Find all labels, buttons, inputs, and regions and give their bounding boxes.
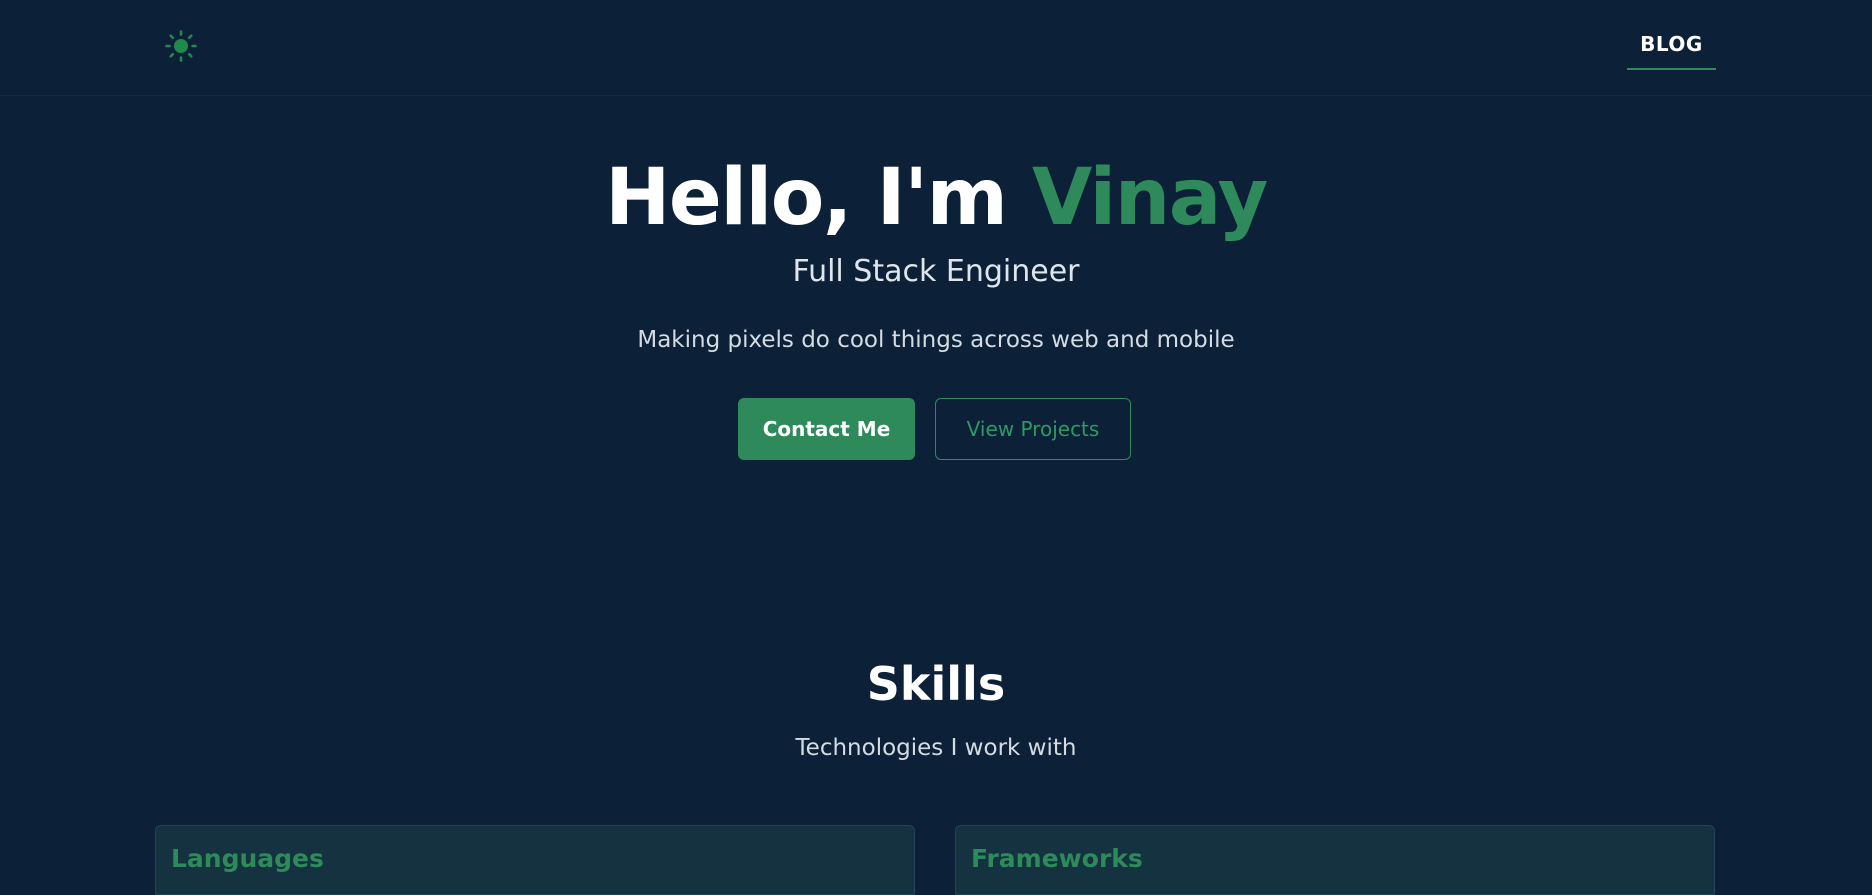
- skill-card-title: Languages: [171, 844, 324, 873]
- skill-card-languages: Languages: [155, 825, 915, 895]
- portfolio-page: BLOG Hello, I'm Vinay Full Stack Enginee…: [0, 0, 1872, 895]
- nav-link-blog[interactable]: BLOG: [1627, 28, 1716, 70]
- hero-subtitle: Full Stack Engineer: [792, 254, 1080, 289]
- hero-greeting: Hello, I'm: [605, 153, 1032, 243]
- hero-name: Vinay: [1032, 153, 1268, 243]
- hero-title: Hello, I'm Vinay: [0, 150, 1872, 246]
- site-header: BLOG: [0, 0, 1872, 96]
- theme-toggle-button[interactable]: [164, 29, 198, 63]
- skill-card-frameworks: Frameworks: [955, 825, 1715, 895]
- view-projects-button[interactable]: View Projects: [935, 398, 1131, 460]
- skills-title: Skills: [866, 657, 1006, 711]
- hero-tagline: Making pixels do cool things across web …: [637, 327, 1235, 353]
- skills-subtitle: Technologies I work with: [795, 735, 1077, 761]
- skill-card-title: Frameworks: [971, 844, 1143, 873]
- sun-icon: [165, 30, 197, 62]
- contact-me-button[interactable]: Contact Me: [738, 398, 915, 460]
